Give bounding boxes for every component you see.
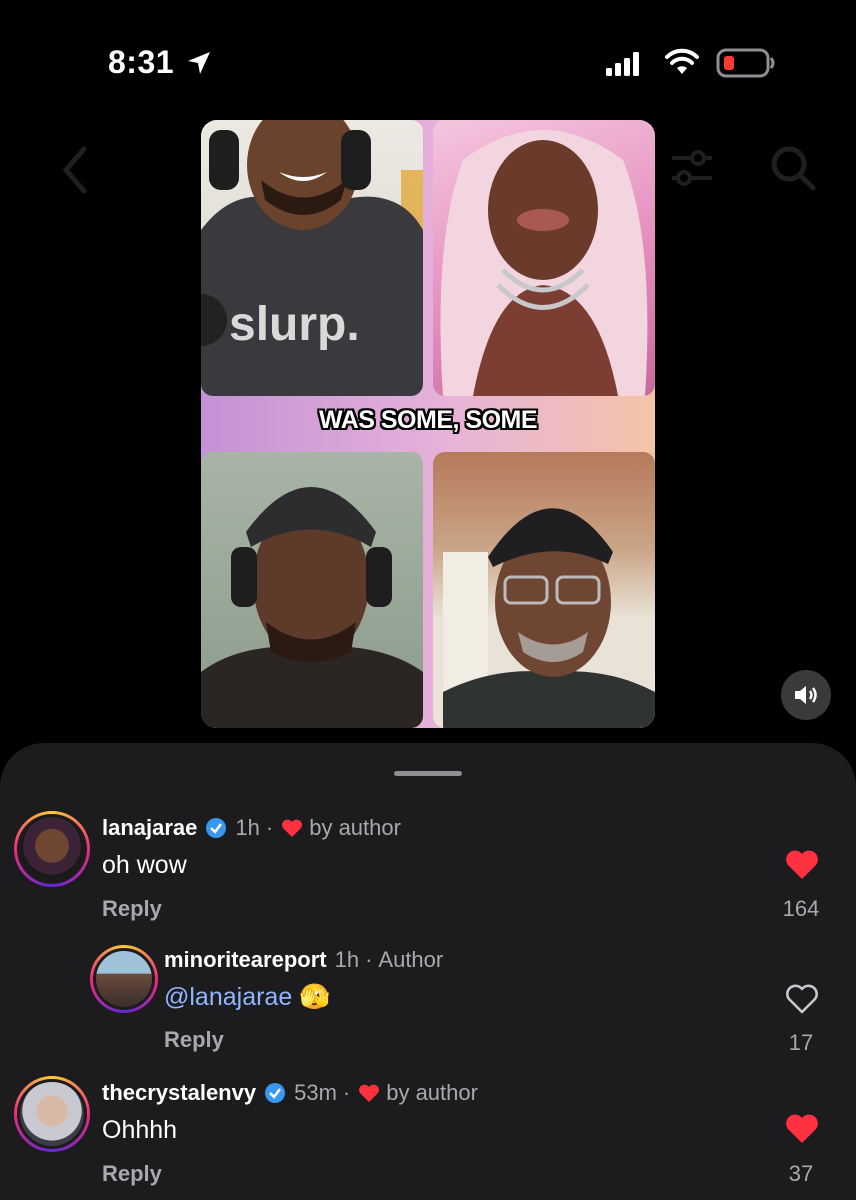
comment-time: 53m — [294, 1080, 337, 1105]
meta-separator: · — [365, 947, 373, 972]
comment-text: @lanajarae 🫣 — [164, 983, 330, 1012]
speaker-icon — [795, 686, 817, 704]
verified-badge-icon — [206, 818, 227, 838]
shirt-text: slurp. — [229, 298, 360, 351]
meta-separator: · — [265, 815, 274, 840]
sheet-grabber[interactable] — [394, 771, 462, 776]
search-icon[interactable] — [770, 145, 816, 191]
heart-outline-icon[interactable] — [785, 983, 819, 1015]
comment-text: Ohhhh — [102, 1116, 178, 1144]
wifi-icon — [665, 48, 699, 74]
comment-username[interactable]: thecrystalenvy — [102, 1080, 256, 1106]
location-arrow-icon — [188, 52, 210, 74]
person-figure — [443, 508, 655, 728]
comment-text: oh wow — [102, 851, 187, 879]
liked-by-author-label: by author — [386, 1080, 478, 1105]
comment-time: 1h — [334, 947, 360, 972]
meta-separator: · — [342, 1080, 351, 1105]
verified-badge-icon — [265, 1083, 286, 1103]
heart-filled-icon[interactable] — [785, 1113, 819, 1145]
back-chevron-icon[interactable] — [60, 145, 90, 195]
cell-signal-icon — [606, 52, 639, 76]
avatar[interactable] — [14, 811, 90, 887]
reply-button[interactable]: Reply — [164, 1027, 224, 1053]
comment-time: 1h — [235, 815, 260, 840]
sound-toggle-button[interactable] — [781, 670, 831, 720]
video-tile-bottom-right — [433, 452, 655, 728]
reel-video[interactable]: slurp. WAS SOME, SOME — [201, 120, 655, 728]
comment-meta: thecrystalenvy 53m · by author — [102, 1080, 478, 1106]
like-count: 164 — [782, 896, 820, 921]
comments-sheet: lanajarae 1h · by author oh wow Reply 16… — [0, 743, 856, 1200]
heart-filled-icon[interactable] — [785, 849, 819, 881]
like-count: 17 — [788, 1030, 814, 1055]
author-label: Author — [378, 947, 444, 972]
status-time: 8:31 — [108, 44, 175, 80]
mention-link[interactable]: @lanajarae — [164, 983, 292, 1011]
battery-low-icon — [716, 48, 775, 78]
comment-username[interactable]: minoriteareport — [164, 947, 327, 973]
comment-meta: lanajarae 1h · by author — [102, 815, 401, 841]
video-tile-bottom-left — [201, 452, 423, 728]
person-figure — [201, 487, 423, 728]
video-caption: WAS SOME, SOME — [318, 406, 538, 434]
video-tile-top-left: slurp. — [201, 120, 423, 396]
person-figure: slurp. — [201, 120, 423, 396]
filter-icon[interactable] — [670, 148, 714, 188]
comment-meta: minoriteareport 1h · Author — [164, 947, 443, 973]
author-heart-icon — [282, 819, 303, 837]
author-heart-icon — [359, 1084, 380, 1102]
emoji: 🫣 — [299, 983, 331, 1011]
person-figure — [440, 130, 648, 396]
avatar[interactable] — [14, 1076, 90, 1152]
video-tile-top-right — [433, 120, 655, 396]
comment-username[interactable]: lanajarae — [102, 815, 197, 841]
liked-by-author-label: by author — [309, 815, 401, 840]
avatar[interactable] — [90, 945, 158, 1013]
reply-button[interactable]: Reply — [102, 1161, 162, 1187]
like-count: 37 — [788, 1161, 814, 1186]
reply-button[interactable]: Reply — [102, 896, 162, 922]
